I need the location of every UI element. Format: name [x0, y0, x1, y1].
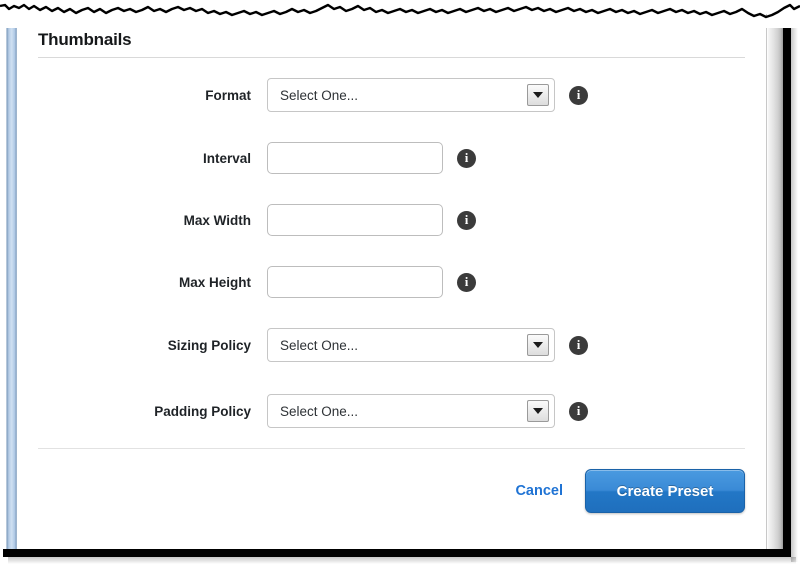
info-icon-sizing-policy[interactable]: i — [569, 335, 588, 355]
window-right-shadow — [791, 16, 798, 562]
select-format-value: Select One... — [280, 87, 359, 103]
info-icon-max-height[interactable]: i — [457, 272, 476, 292]
window-bottom-shadow — [8, 557, 796, 564]
select-sizing-policy-value: Select One... — [280, 337, 359, 353]
info-glyph: i — [464, 150, 469, 165]
form-row-padding-policy: Padding Policy Select One... i — [17, 394, 766, 428]
label-format: Format — [205, 87, 251, 103]
label-padding-policy: Padding Policy — [154, 403, 251, 419]
cancel-button[interactable]: Cancel — [515, 483, 563, 499]
form-row-max-width: Max Width i — [17, 203, 766, 237]
caret-glyph — [533, 342, 543, 348]
form-row-sizing-policy: Sizing Policy Select One... i — [17, 328, 766, 362]
label-max-height: Max Height — [178, 274, 251, 290]
input-max-width[interactable] — [267, 204, 443, 236]
window-right-border — [783, 9, 791, 557]
window-left-accent-strip — [6, 14, 17, 552]
select-padding-policy[interactable]: Select One... — [267, 394, 555, 428]
create-preset-button[interactable]: Create Preset — [585, 469, 745, 513]
info-icon-format[interactable]: i — [569, 85, 588, 105]
info-glyph: i — [576, 403, 581, 418]
chevron-down-icon[interactable] — [527, 400, 549, 422]
select-padding-policy-value: Select One... — [280, 403, 359, 419]
form-row-format: Format Select One... i — [17, 78, 766, 112]
info-icon-interval[interactable]: i — [457, 148, 476, 168]
page-title: Thumbnails — [38, 30, 132, 49]
info-icon-padding-policy[interactable]: i — [569, 401, 588, 421]
info-glyph: i — [464, 274, 469, 289]
screenshot-root: Thumbnails Format Select One... i Interv… — [0, 0, 800, 566]
form-row-interval: Interval i — [17, 141, 766, 175]
chevron-down-icon[interactable] — [527, 334, 549, 356]
label-interval: Interval — [202, 150, 251, 166]
info-glyph: i — [576, 87, 581, 102]
input-max-height[interactable] — [267, 266, 443, 298]
title-divider — [38, 57, 745, 58]
select-format[interactable]: Select One... — [267, 78, 555, 112]
select-sizing-policy[interactable]: Select One... — [267, 328, 555, 362]
caret-glyph — [533, 408, 543, 414]
info-icon-max-width[interactable]: i — [457, 210, 476, 230]
input-interval[interactable] — [267, 142, 443, 174]
info-glyph: i — [576, 337, 581, 352]
info-glyph: i — [464, 212, 469, 227]
form-actions: Cancel Create Preset — [17, 469, 766, 513]
caret-glyph — [533, 92, 543, 98]
chevron-down-icon[interactable] — [527, 84, 549, 106]
label-sizing-policy: Sizing Policy — [167, 337, 251, 353]
form-row-max-height: Max Height i — [17, 265, 766, 299]
form-panel: Thumbnails Format Select One... i Interv… — [17, 14, 766, 552]
footer-divider — [38, 448, 745, 449]
label-max-width: Max Width — [183, 212, 251, 228]
window-scrollbar-track[interactable] — [766, 14, 783, 552]
